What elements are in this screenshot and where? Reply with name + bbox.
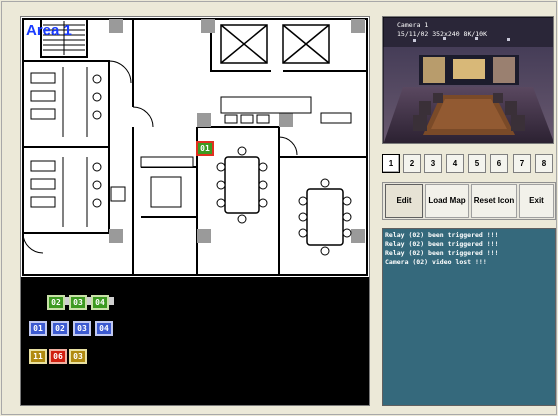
camera-device-label: 01: [33, 324, 43, 333]
sensor-icon[interactable]: 03: [69, 349, 87, 364]
sensor-icon[interactable]: 11: [29, 349, 47, 364]
floor-plan[interactable]: Area 1 01: [21, 17, 369, 277]
floor-plan-drawing: [22, 18, 368, 276]
alarm-sensor-label: 06: [53, 352, 63, 361]
placed-relay-icon[interactable]: 01: [196, 141, 214, 156]
event-log-list: Relay (02) been triggered !!! Relay (02)…: [383, 229, 555, 267]
channel-selector: 1 2 3 4 5 6 7 8: [382, 154, 556, 174]
alarm-sensor-icon[interactable]: 06: [49, 349, 67, 364]
channel-button-8[interactable]: 8: [535, 154, 553, 173]
log-entry: Relay (02) been triggered !!!: [385, 231, 499, 239]
event-log[interactable]: Relay (02) been triggered !!! Relay (02)…: [382, 228, 556, 406]
camera-device-label: 02: [55, 324, 65, 333]
relay-connector-icon: [109, 297, 114, 305]
camera-device-icon[interactable]: 03: [73, 321, 91, 336]
channel-button-4[interactable]: 4: [446, 154, 464, 173]
load-map-button[interactable]: Load Map: [425, 184, 469, 218]
camera-device-icon[interactable]: 02: [51, 321, 69, 336]
relay-icon-label: 03: [73, 298, 83, 307]
reset-icon-button[interactable]: Reset Icon: [471, 184, 517, 218]
icon-tray: 02 03 04 01 02 03 04 11 06 03: [21, 279, 369, 407]
relay-icon-label: 02: [51, 298, 61, 307]
camera-device-label: 04: [99, 324, 109, 333]
camera-device-icon[interactable]: 01: [29, 321, 47, 336]
log-entry: Camera (02) video lost !!!: [385, 258, 487, 266]
exit-button[interactable]: Exit: [519, 184, 554, 218]
action-toolbar: Edit Load Map Reset Icon Exit: [382, 182, 556, 220]
channel-button-1[interactable]: 1: [382, 154, 400, 173]
camera-osd-info: 15/11/02 352x240 8K/10K: [397, 30, 488, 38]
sensor-icon-label: 11: [33, 352, 43, 361]
channel-button-7[interactable]: 7: [513, 154, 531, 173]
camera-live-view[interactable]: Camera 1 15/11/02 352x240 8K/10K: [382, 16, 554, 144]
log-entry: Relay (02) been triggered !!!: [385, 240, 499, 248]
edit-button[interactable]: Edit: [385, 184, 423, 218]
map-panel: Area 1 01 02 03 04 01 02 03 04 11 06 03: [20, 16, 370, 406]
camera-osd-title: Camera 1: [397, 21, 429, 29]
area-title: Area 1: [26, 22, 72, 39]
relay-icon-label: 04: [95, 298, 105, 307]
channel-button-3[interactable]: 3: [424, 154, 442, 173]
channel-button-5[interactable]: 5: [468, 154, 486, 173]
relay-icon[interactable]: 02: [47, 295, 65, 310]
app-window: Area 1 01 02 03 04 01 02 03 04 11 06 03 …: [1, 1, 557, 415]
channel-button-2[interactable]: 2: [403, 154, 421, 173]
sensor-icon-label: 03: [73, 352, 83, 361]
relay-icon[interactable]: 04: [91, 295, 109, 310]
log-entry: Relay (02) been triggered !!!: [385, 249, 499, 257]
channel-button-6[interactable]: 6: [490, 154, 508, 173]
relay-icon[interactable]: 03: [69, 295, 87, 310]
camera-device-icon[interactable]: 04: [95, 321, 113, 336]
placed-relay-label: 01: [200, 144, 210, 153]
camera-device-label: 03: [77, 324, 87, 333]
